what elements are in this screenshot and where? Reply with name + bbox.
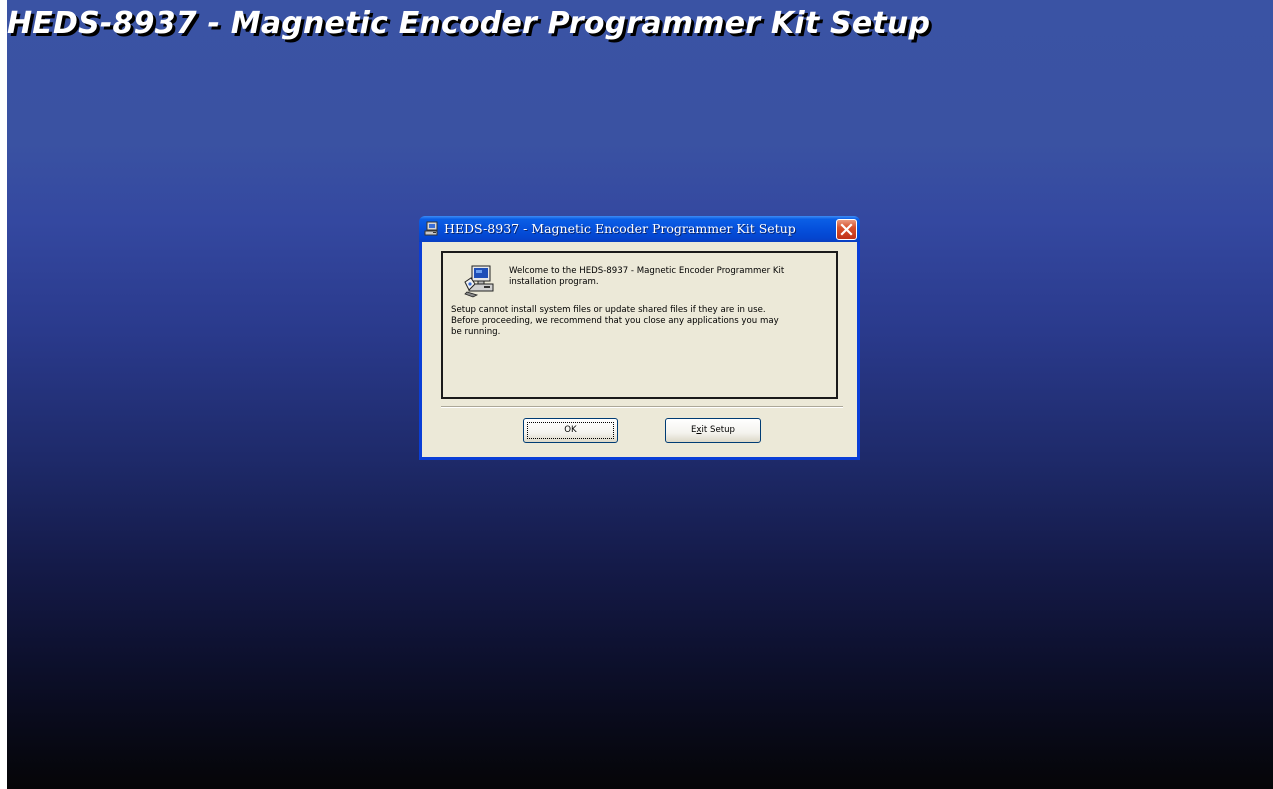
- message-frame: Welcome to the HEDS-8937 - Magnetic Enco…: [441, 251, 838, 399]
- close-button[interactable]: [836, 219, 857, 240]
- dialog-title: HEDS-8937 - Magnetic Encoder Programmer …: [444, 221, 796, 236]
- separator: [441, 406, 843, 408]
- welcome-line-2: installation program.: [509, 276, 599, 287]
- dialog-client-area: Welcome to the HEDS-8937 - Magnetic Enco…: [422, 242, 857, 457]
- welcome-message: Welcome to the HEDS-8937 - Magnetic Enco…: [509, 266, 829, 287]
- backdrop-title: HEDS-8937 - Magnetic Encoder Programmer …: [7, 6, 931, 41]
- welcome-line-1: Welcome to the HEDS-8937 - Magnetic Enco…: [509, 266, 785, 276]
- dialog-titlebar[interactable]: HEDS-8937 - Magnetic Encoder Programmer …: [419, 216, 860, 242]
- setup-dialog: HEDS-8937 - Magnetic Encoder Programmer …: [419, 216, 860, 460]
- setup-backdrop: HEDS-8937 - Magnetic Encoder Programmer …: [7, 0, 1273, 789]
- exit-label-suffix: it Setup: [701, 425, 736, 435]
- focus-rectangle: [527, 422, 614, 439]
- setup-program-icon: [424, 221, 438, 236]
- warning-line-2: Before proceeding, we recommend that you…: [451, 316, 779, 326]
- warning-line-1: Setup cannot install system files or upd…: [451, 305, 766, 315]
- exit-setup-button[interactable]: Exit Setup: [665, 418, 761, 443]
- warning-line-3: be running.: [451, 327, 501, 337]
- warning-message: Setup cannot install system files or upd…: [451, 305, 831, 338]
- ok-button[interactable]: OK: [523, 418, 618, 443]
- computer-setup-icon: [464, 265, 494, 298]
- close-icon: [840, 223, 853, 236]
